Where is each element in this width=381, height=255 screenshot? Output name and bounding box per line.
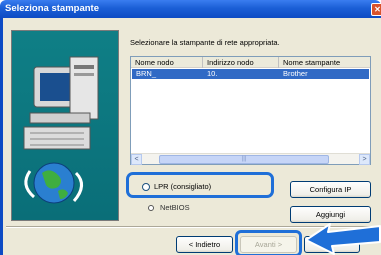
blue-arrow-icon xyxy=(305,223,381,255)
scroll-right-button[interactable]: > xyxy=(359,154,370,165)
close-icon: ✕ xyxy=(374,5,381,14)
configure-ip-button[interactable]: Configura IP xyxy=(290,181,371,198)
horizontal-scrollbar[interactable]: < ||| > xyxy=(131,153,370,165)
column-header-node-name[interactable]: Nome nodo xyxy=(131,57,203,68)
computer-printer-globe-illustration xyxy=(23,56,99,204)
title-bar: Seleziona stampante ✕ xyxy=(0,0,381,18)
cell-node-name: BRN_ xyxy=(136,69,157,78)
grip-icon: ||| xyxy=(241,156,247,162)
window-title: Seleziona stampante xyxy=(5,3,99,14)
cell-printer-name: Brother xyxy=(283,69,308,78)
wizard-illustration xyxy=(11,30,119,221)
chevron-right-icon: > xyxy=(362,156,367,163)
back-button[interactable]: < Indietro xyxy=(176,236,233,253)
column-header-node-address[interactable]: Indirizzo nodo xyxy=(203,57,279,68)
table-row[interactable]: BRN_ 10. Brother xyxy=(132,69,369,79)
printer-list[interactable]: Nome nodo Indirizzo nodo Nome stampante … xyxy=(130,56,371,165)
chevron-left-icon: < xyxy=(134,156,139,163)
close-button[interactable]: ✕ xyxy=(371,3,381,16)
next-highlight-frame xyxy=(235,230,302,255)
netbios-radio-label: NetBIOS xyxy=(160,203,190,212)
lpr-radio-button[interactable] xyxy=(142,182,150,191)
lpr-radio-option[interactable]: LPR (consigliato) xyxy=(142,182,211,191)
scroll-thumb[interactable]: ||| xyxy=(159,155,329,164)
scroll-left-button[interactable]: < xyxy=(131,154,142,165)
column-header-printer-name[interactable]: Nome stampante xyxy=(279,57,372,68)
cell-node-address: 10. xyxy=(207,69,218,78)
instruction-text: Selezionare la stampante di rete appropr… xyxy=(130,38,280,47)
lpr-radio-label: LPR (consigliato) xyxy=(154,182,212,191)
netbios-radio-button[interactable] xyxy=(148,204,154,211)
netbios-radio-option[interactable]: NetBIOS xyxy=(148,203,190,212)
list-header: Nome nodo Indirizzo nodo Nome stampante xyxy=(131,57,370,68)
